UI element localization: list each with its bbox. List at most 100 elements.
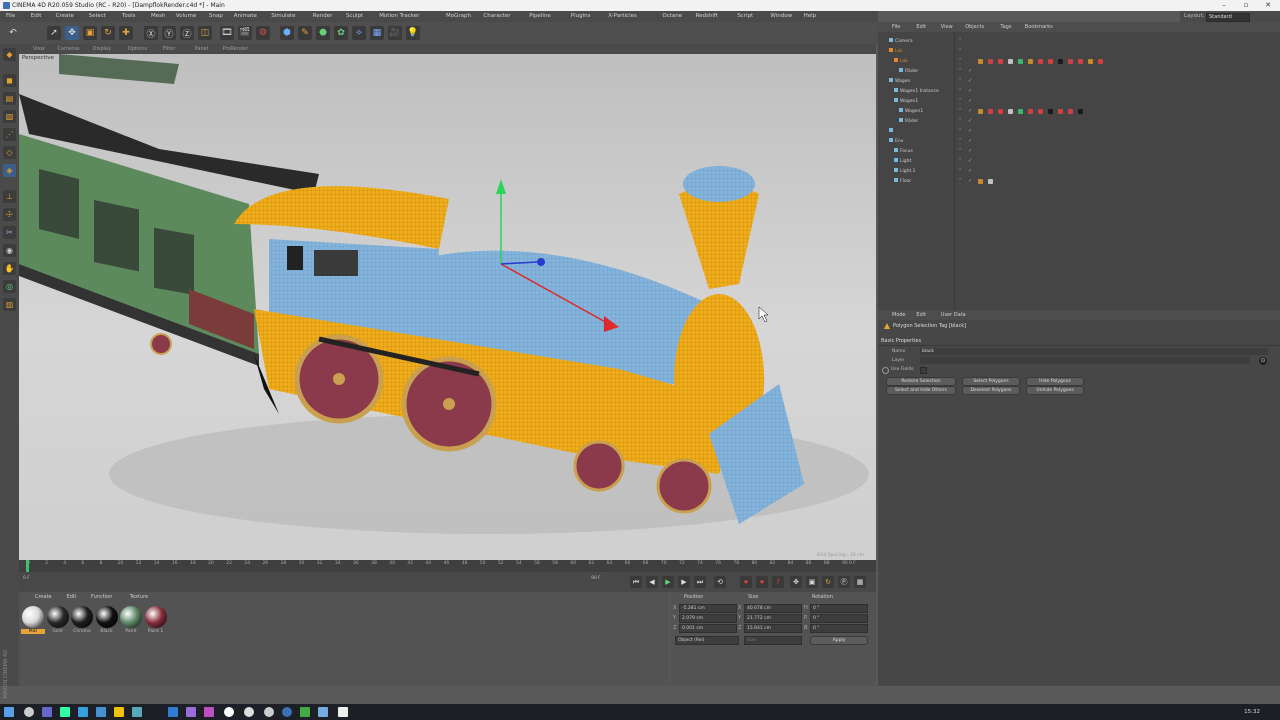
- enable-check-icon[interactable]: ✓: [968, 158, 972, 164]
- size-x-field[interactable]: 40.678 cm: [744, 604, 802, 613]
- rot-b-field[interactable]: 0 °: [810, 624, 868, 633]
- camera-icon[interactable]: 🎥: [388, 26, 402, 40]
- app-icon-12[interactable]: [338, 707, 348, 717]
- render-picture-viewer-icon[interactable]: 🎬: [238, 26, 252, 40]
- tag-icon[interactable]: [1038, 59, 1043, 64]
- model-mode-icon[interactable]: ◼: [3, 74, 16, 87]
- live-selection-icon[interactable]: ➚: [47, 26, 61, 40]
- tag-icon[interactable]: [1018, 59, 1023, 64]
- pos-z-field[interactable]: 0.001 cm: [679, 624, 737, 633]
- material-menu-texture[interactable]: Texture: [130, 594, 148, 600]
- visibility-dots[interactable]: ⠒: [958, 47, 962, 53]
- next-frame-icon[interactable]: ▶: [678, 576, 690, 588]
- select-and-hide-others-button[interactable]: Select and Hide Others: [886, 386, 956, 395]
- tag-icon[interactable]: [978, 179, 983, 184]
- maximize-button[interactable]: ▫: [1235, 0, 1257, 11]
- move-icon[interactable]: ✥: [65, 26, 79, 40]
- cube-icon[interactable]: ⬢: [280, 26, 294, 40]
- pen-spline-icon[interactable]: ✎: [298, 26, 312, 40]
- object-row[interactable]: Wagen1: [884, 107, 954, 117]
- rot-h-field[interactable]: 0 °: [810, 604, 868, 613]
- visibility-dots[interactable]: ⠒: [958, 147, 962, 153]
- previous-frame-icon[interactable]: ◀: [646, 576, 658, 588]
- object-row[interactable]: Floor: [884, 177, 954, 187]
- size-y-field[interactable]: 21.772 cm: [744, 614, 802, 623]
- object-row[interactable]: Light.1: [884, 167, 954, 177]
- menu-render[interactable]: Render: [313, 11, 333, 22]
- object-menu-bookmarks[interactable]: Bookmarks: [1025, 24, 1053, 30]
- end-frame-field[interactable]: 90 F: [591, 576, 601, 581]
- material-swatch[interactable]: [71, 606, 93, 628]
- visibility-dots[interactable]: ⠒: [958, 77, 962, 83]
- viewport-menu-panel[interactable]: Panel: [195, 44, 209, 54]
- app-icon-6[interactable]: [204, 707, 214, 717]
- playhead[interactable]: [26, 560, 29, 572]
- visibility-dots[interactable]: ⠒: [958, 37, 962, 43]
- visibility-dots[interactable]: ⠒: [958, 137, 962, 143]
- material-name[interactable]: Paint.1: [144, 629, 168, 634]
- scale-key-icon[interactable]: ▣: [806, 576, 818, 588]
- menu-volume[interactable]: Volume: [176, 11, 196, 22]
- object-menu-edit[interactable]: Edit: [916, 24, 926, 30]
- tag-icon[interactable]: [988, 179, 993, 184]
- menu-sculpt[interactable]: Sculpt: [346, 11, 363, 22]
- play-icon[interactable]: ▶: [662, 576, 674, 588]
- menu-edit[interactable]: Edit: [31, 11, 42, 22]
- start-icon[interactable]: [4, 707, 14, 717]
- material-name[interactable]: Paint: [119, 629, 143, 634]
- make-editable-icon[interactable]: ◆: [3, 48, 16, 61]
- tag-icon[interactable]: [1028, 109, 1033, 114]
- tag-icon[interactable]: [1038, 109, 1043, 114]
- tag-icon[interactable]: [988, 59, 993, 64]
- object-row[interactable]: Lok: [884, 57, 954, 67]
- tag-icon[interactable]: [1058, 59, 1063, 64]
- menu-simulate[interactable]: Simulate: [271, 11, 295, 22]
- enable-check-icon[interactable]: ✓: [968, 98, 972, 104]
- menu-help[interactable]: Help: [804, 11, 817, 22]
- app-icon-7[interactable]: [224, 707, 234, 717]
- viewport-menu-cameras[interactable]: Cameras: [57, 44, 79, 54]
- light-icon[interactable]: 💡: [406, 26, 420, 40]
- tag-icon[interactable]: [988, 109, 993, 114]
- restore-selection-button[interactable]: Restore Selection: [886, 377, 956, 386]
- app-icon-4[interactable]: [168, 707, 178, 717]
- object-row[interactable]: Wagen: [884, 77, 954, 87]
- task-view-icon[interactable]: [42, 707, 52, 717]
- tag-icon[interactable]: [1018, 109, 1023, 114]
- object-row[interactable]: Wagen1: [884, 97, 954, 107]
- undo-icon[interactable]: ↶: [6, 26, 20, 40]
- material-name[interactable]: Chrome: [70, 629, 94, 634]
- app-icon-3[interactable]: [132, 707, 142, 717]
- app-icon-10[interactable]: [300, 707, 310, 717]
- record-icon[interactable]: ⏺: [740, 576, 752, 588]
- visibility-dots[interactable]: ⠒: [958, 157, 962, 163]
- visibility-dots[interactable]: ⠒: [958, 57, 962, 63]
- tag-icon[interactable]: [998, 109, 1003, 114]
- edit-render-settings-icon[interactable]: ⚙: [256, 26, 270, 40]
- use-fields-radio[interactable]: [882, 367, 889, 374]
- start-frame-field[interactable]: 0 F: [23, 576, 30, 581]
- enable-check-icon[interactable]: ✓: [968, 108, 972, 114]
- tag-icon[interactable]: [1048, 109, 1053, 114]
- point-mode-icon[interactable]: ⋰: [3, 128, 16, 141]
- viewport-menu-view[interactable]: View: [33, 44, 45, 54]
- enable-check-icon[interactable]: ✓: [968, 118, 972, 124]
- enable-check-icon[interactable]: ✓: [968, 78, 972, 84]
- object-row[interactable]: Camera: [884, 37, 954, 47]
- enable-check-icon[interactable]: ✓: [968, 178, 972, 184]
- timeline-ruler[interactable]: 0246810121416182022242628303234363840424…: [19, 560, 876, 572]
- layer-picker-icon[interactable]: ⊙: [1259, 357, 1267, 365]
- edge-mode-icon[interactable]: ◇: [3, 146, 16, 159]
- enable-check-icon[interactable]: ✓: [968, 88, 972, 94]
- object-row[interactable]: Räder: [884, 67, 954, 77]
- array-icon[interactable]: ✿: [334, 26, 348, 40]
- tag-icon[interactable]: [1008, 109, 1013, 114]
- subdivision-icon[interactable]: ⬣: [316, 26, 330, 40]
- z-axis-lock-icon[interactable]: Ⓩ: [180, 26, 194, 40]
- menu-window[interactable]: Window: [770, 11, 792, 22]
- workplane-lock-icon[interactable]: ✋: [3, 262, 16, 275]
- polygon-mode-icon[interactable]: ◈: [3, 164, 16, 177]
- name-field[interactable]: black: [920, 348, 1268, 355]
- search-icon[interactable]: [24, 707, 34, 717]
- tag-icon[interactable]: [978, 59, 983, 64]
